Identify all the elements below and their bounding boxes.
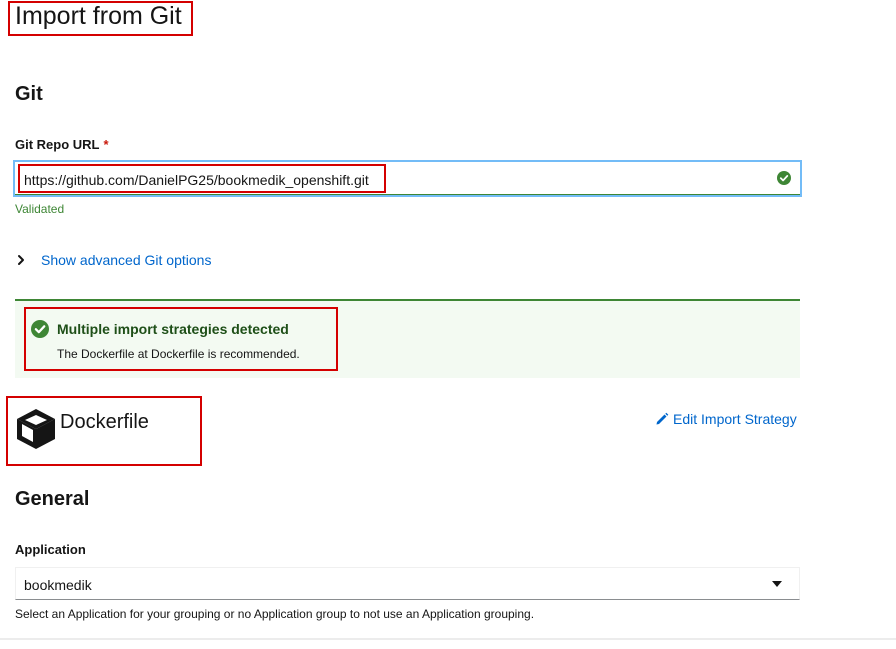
git-repo-url-label: Git Repo URL * — [15, 136, 109, 154]
git-section-heading: Git — [15, 83, 43, 105]
general-section-heading: General — [15, 488, 90, 510]
application-select-value[interactable]: bookmedik — [24, 576, 92, 594]
application-helper-text: Select an Application for your grouping … — [15, 607, 535, 621]
pencil-icon — [656, 412, 669, 425]
highlight-box-alert — [24, 307, 338, 371]
chevron-right-icon — [18, 255, 24, 265]
highlight-box-url — [18, 164, 386, 193]
advanced-git-options-toggle[interactable]: Show advanced Git options — [15, 250, 211, 270]
git-repo-url-label-text: Git Repo URL — [15, 137, 100, 152]
edit-import-strategy-label[interactable]: Edit Import Strategy — [673, 411, 797, 427]
caret-down-icon — [772, 581, 782, 587]
application-select[interactable]: bookmedik — [15, 567, 800, 600]
validation-message: Validated — [15, 202, 65, 216]
advanced-git-options-label[interactable]: Show advanced Git options — [41, 252, 211, 268]
highlight-box-title — [8, 1, 193, 36]
highlight-box-strategy — [6, 396, 202, 466]
import-from-git-page: Import from Git Git Git Repo URL * https:… — [0, 0, 896, 649]
required-marker: * — [103, 137, 109, 152]
application-label: Application — [15, 542, 86, 557]
edit-import-strategy-link[interactable]: Edit Import Strategy — [655, 410, 797, 428]
bottom-divider — [0, 638, 896, 640]
check-circle-icon — [777, 171, 791, 185]
